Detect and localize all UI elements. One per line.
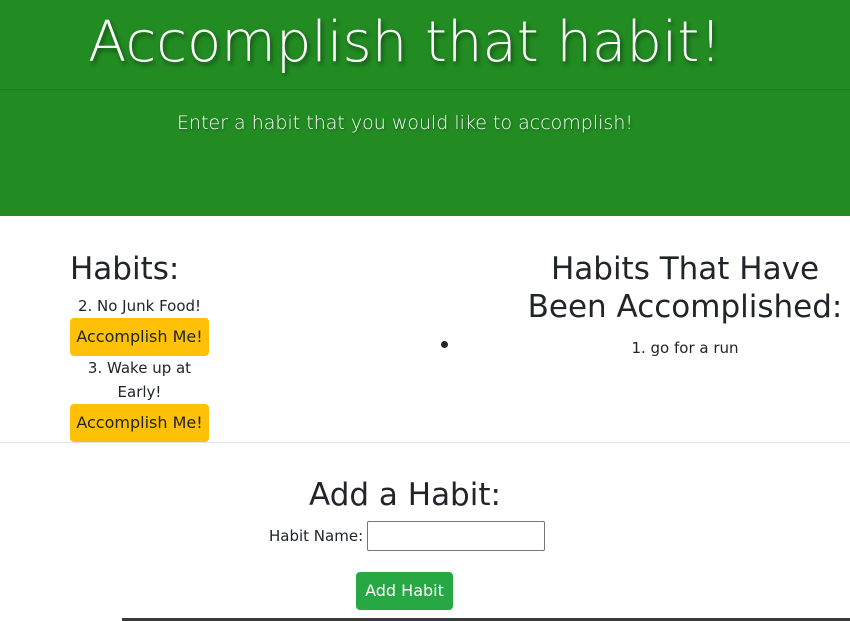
header-divider bbox=[0, 89, 850, 90]
habit-list: 2. No Junk Food! Accomplish Me! 3. Wake … bbox=[70, 294, 240, 442]
accomplished-section: Habits That Have Been Accomplished: 1. g… bbox=[520, 250, 850, 360]
accomplish-button[interactable]: Accomplish Me! bbox=[70, 404, 209, 442]
habits-heading: Habits: bbox=[70, 251, 180, 287]
habit-item: 3. Wake up at Early! Accomplish Me! bbox=[70, 356, 240, 442]
habit-name-input[interactable] bbox=[367, 521, 546, 551]
habit-name-row: Habit Name: bbox=[269, 521, 546, 551]
habit-name-label: Habit Name: bbox=[269, 527, 364, 545]
page-title: Accomplish that habit! bbox=[88, 10, 722, 75]
habit-name: 2. No Junk Food! bbox=[77, 297, 202, 315]
list-bullet bbox=[441, 341, 448, 348]
accomplished-item: 1. go for a run bbox=[631, 339, 739, 357]
habit-item: 2. No Junk Food! Accomplish Me! bbox=[70, 294, 240, 356]
add-habit-heading: Add a Habit: bbox=[309, 477, 501, 513]
section-divider bbox=[0, 442, 850, 443]
habit-name: 3. Wake up at Early! bbox=[87, 359, 192, 401]
accomplished-heading: Habits That Have Been Accomplished: bbox=[527, 251, 843, 325]
accomplish-button[interactable]: Accomplish Me! bbox=[70, 318, 209, 356]
add-habit-form: Add a Habit: Habit Name: Add Habit bbox=[0, 475, 850, 610]
habits-section: Habits: 2. No Junk Food! Accomplish Me! … bbox=[70, 250, 240, 442]
header-banner: Accomplish that habit! Enter a habit tha… bbox=[0, 0, 850, 216]
add-habit-button[interactable]: Add Habit bbox=[356, 572, 453, 610]
page-subtitle: Enter a habit that you would like to acc… bbox=[177, 112, 633, 134]
